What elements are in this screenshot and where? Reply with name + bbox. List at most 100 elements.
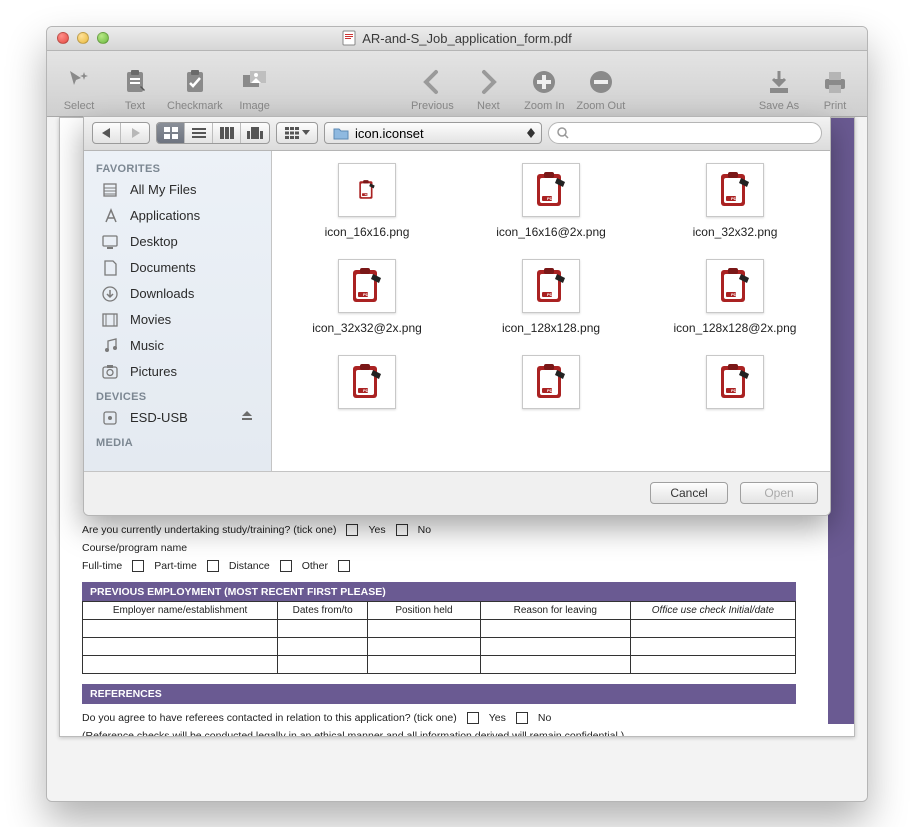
tool-save-as[interactable]: Save As — [755, 66, 803, 112]
sidebar-item-music[interactable]: Music — [84, 333, 271, 359]
svg-text:PDF: PDF — [547, 196, 556, 201]
file-browser-grid[interactable]: PDF icon_16x16.png PDF icon_16x16@2x.png… — [272, 151, 830, 471]
devices-header: DEVICES — [84, 385, 271, 405]
file-thumbnail: PDF — [338, 355, 396, 409]
checkbox-ref-yes[interactable] — [467, 712, 479, 724]
applications-icon — [102, 207, 120, 225]
arrange-menu[interactable] — [276, 122, 318, 144]
columns-icon — [220, 127, 234, 139]
svg-text:PDF: PDF — [547, 292, 556, 297]
download-icon — [766, 69, 792, 95]
tool-checkmark[interactable]: Checkmark — [167, 66, 223, 112]
close-window-button[interactable] — [57, 32, 69, 44]
path-label: icon.iconset — [355, 126, 424, 141]
sidebar-item-documents[interactable]: Documents — [84, 255, 271, 281]
tool-select[interactable]: Select — [55, 66, 103, 112]
view-mode-segment — [156, 122, 270, 144]
tool-next[interactable]: Next — [464, 66, 512, 112]
tool-zoom-out[interactable]: Zoom Out — [576, 66, 625, 112]
cursor-sparkle-icon — [66, 69, 92, 95]
file-item[interactable]: PDF icon_32x32.png — [660, 163, 810, 239]
file-name-label: icon_16x16@2x.png — [496, 225, 606, 239]
checkbox-ref-no[interactable] — [516, 712, 528, 724]
sidebar-item-label: All My Files — [130, 182, 196, 197]
search-input[interactable] — [575, 126, 813, 140]
file-name-label: icon_128x128.png — [502, 321, 600, 335]
sidebar-item-esd-usb[interactable]: ESD-USB — [84, 405, 271, 431]
file-item[interactable]: PDF icon_16x16.png — [292, 163, 442, 239]
open-file-sheet: icon.iconset FAVORITES All My Files — [83, 116, 831, 516]
svg-text:PDF: PDF — [731, 388, 740, 393]
sheet-toolbar: icon.iconset — [84, 117, 830, 151]
tool-image[interactable]: Image — [231, 66, 279, 112]
tool-text[interactable]: Text — [111, 66, 159, 112]
references-header: REFERENCES — [82, 684, 796, 704]
clipboard-check-icon — [182, 69, 208, 95]
checkbox-distance[interactable] — [280, 560, 292, 572]
view-coverflow-button[interactable] — [241, 123, 269, 143]
nav-back-forward — [92, 122, 150, 144]
sidebar-item-desktop[interactable]: Desktop — [84, 229, 271, 255]
sidebar-item-label: Downloads — [130, 286, 194, 301]
sidebar-item-label: Music — [130, 338, 164, 353]
eject-icon[interactable] — [241, 410, 253, 425]
cancel-button[interactable]: Cancel — [650, 482, 728, 504]
svg-text:PDF: PDF — [547, 388, 556, 393]
chevron-down-icon — [302, 130, 310, 136]
coverflow-icon — [247, 127, 263, 139]
sidebar-item-all-my-files[interactable]: All My Files — [84, 177, 271, 203]
file-item[interactable]: PDF — [660, 355, 810, 417]
nav-back-button[interactable] — [93, 123, 121, 143]
music-icon — [102, 337, 120, 355]
open-button[interactable]: Open — [740, 482, 818, 504]
view-icons-button[interactable] — [157, 123, 185, 143]
zoom-window-button[interactable] — [97, 32, 109, 44]
triangle-left-icon — [102, 128, 111, 138]
file-item[interactable]: PDF icon_128x128.png — [476, 259, 626, 335]
svg-text:PDF: PDF — [363, 292, 372, 297]
file-item[interactable]: PDF — [292, 355, 442, 417]
file-thumbnail: PDF — [338, 163, 396, 217]
file-item[interactable]: PDF — [476, 355, 626, 417]
file-item[interactable]: PDF icon_16x16@2x.png — [476, 163, 626, 239]
view-list-button[interactable] — [185, 123, 213, 143]
sidebar-item-movies[interactable]: Movies — [84, 307, 271, 333]
media-header: MEDIA — [84, 431, 271, 451]
clipboard-text-icon — [122, 69, 148, 95]
titlebar: AR-and-S_Job_application_form.pdf — [47, 27, 867, 51]
tool-zoom-in[interactable]: Zoom In — [520, 66, 568, 112]
minimize-window-button[interactable] — [77, 32, 89, 44]
tool-print[interactable]: Print — [811, 66, 859, 112]
checkbox-parttime[interactable] — [207, 560, 219, 572]
file-item[interactable]: PDF icon_128x128@2x.png — [660, 259, 810, 335]
course-label: Course/program name — [82, 542, 187, 554]
checkbox-study-no[interactable] — [396, 524, 408, 536]
sidebar: FAVORITES All My Files Applications Desk… — [84, 151, 272, 471]
file-thumbnail: PDF — [522, 259, 580, 313]
checkbox-other[interactable] — [338, 560, 350, 572]
movies-icon — [102, 311, 120, 329]
file-item[interactable]: PDF icon_32x32@2x.png — [292, 259, 442, 335]
checkbox-study-yes[interactable] — [346, 524, 358, 536]
disk-icon — [102, 409, 120, 427]
checkbox-fulltime[interactable] — [132, 560, 144, 572]
chevron-left-icon — [422, 68, 442, 96]
nav-forward-button[interactable] — [121, 123, 149, 143]
search-field[interactable] — [548, 122, 822, 144]
prev-employment-header: PREVIOUS EMPLOYMENT (MOST RECENT FIRST P… — [82, 582, 796, 602]
view-columns-button[interactable] — [213, 123, 241, 143]
documents-icon — [102, 259, 120, 277]
favorites-header: FAVORITES — [84, 157, 271, 177]
path-dropdown[interactable]: icon.iconset — [324, 122, 542, 144]
main-toolbar: Select Text Checkmark Image Previous Nex… — [47, 51, 867, 117]
sidebar-item-pictures[interactable]: Pictures — [84, 359, 271, 385]
sidebar-item-label: Pictures — [130, 364, 177, 379]
tool-previous[interactable]: Previous — [408, 66, 456, 112]
file-thumbnail: PDF — [706, 355, 764, 409]
file-name-label: icon_32x32.png — [693, 225, 778, 239]
folder-icon — [333, 126, 349, 140]
sidebar-item-applications[interactable]: Applications — [84, 203, 271, 229]
pictures-icon — [102, 363, 120, 381]
images-icon — [241, 69, 269, 95]
sidebar-item-downloads[interactable]: Downloads — [84, 281, 271, 307]
